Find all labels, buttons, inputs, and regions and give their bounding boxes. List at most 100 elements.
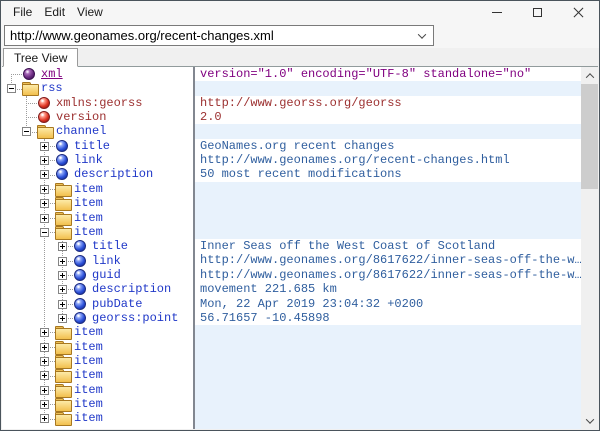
tree-expander[interactable] bbox=[40, 371, 49, 380]
vertical-scrollbar[interactable] bbox=[581, 67, 598, 429]
tree-expander[interactable] bbox=[40, 199, 49, 208]
tree-node-title[interactable]: title bbox=[92, 239, 128, 253]
folder-icon bbox=[55, 412, 70, 424]
tree-node-channel[interactable]: channel bbox=[56, 124, 106, 138]
tree-node-rss[interactable]: rss bbox=[41, 81, 63, 95]
tree-connector bbox=[11, 74, 22, 75]
chevron-down-icon bbox=[585, 415, 593, 423]
value-row bbox=[195, 124, 581, 138]
tree-expander[interactable] bbox=[40, 328, 49, 337]
url-dropdown-button[interactable] bbox=[411, 33, 433, 39]
tree-node-georss:point[interactable]: georss:point bbox=[92, 311, 178, 325]
value-row: 50 most recent modifications bbox=[195, 167, 581, 181]
tree-expander[interactable] bbox=[7, 84, 16, 93]
tree-expander[interactable] bbox=[58, 257, 67, 266]
tree-node-link[interactable]: link bbox=[74, 153, 103, 167]
minimize-icon bbox=[492, 12, 502, 13]
value-row bbox=[195, 196, 581, 210]
tree-expander[interactable] bbox=[40, 156, 49, 165]
tab-strip: Tree View bbox=[1, 48, 599, 66]
close-button[interactable] bbox=[558, 1, 599, 23]
element-icon bbox=[74, 269, 86, 281]
tree-node-item[interactable]: item bbox=[74, 354, 103, 368]
value-row bbox=[195, 397, 581, 411]
tree-node-item[interactable]: item bbox=[74, 196, 103, 210]
tree-expander[interactable] bbox=[40, 414, 49, 423]
element-icon bbox=[56, 168, 68, 180]
tree-expander[interactable] bbox=[40, 214, 49, 223]
folder-icon bbox=[55, 197, 70, 209]
maximize-button[interactable] bbox=[517, 1, 558, 23]
attribute-icon bbox=[38, 97, 50, 109]
tree-expander[interactable] bbox=[22, 127, 31, 136]
values-pane: version="1.0" encoding="UTF-8" standalon… bbox=[195, 67, 581, 429]
tree-node-description[interactable]: description bbox=[74, 167, 153, 181]
tree-expander[interactable] bbox=[40, 357, 49, 366]
menu-view[interactable]: View bbox=[71, 3, 109, 21]
tree-node-item[interactable]: item bbox=[74, 225, 103, 239]
app-window: File Edit View http://www.geonames.org/r… bbox=[0, 0, 600, 431]
tree-node-guid[interactable]: guid bbox=[92, 268, 121, 282]
tree-expander[interactable] bbox=[40, 400, 49, 409]
tree-node-title[interactable]: title bbox=[74, 139, 110, 153]
tree-node-xml[interactable]: xml bbox=[41, 67, 63, 81]
tree-expander[interactable] bbox=[40, 142, 49, 151]
tab-tree-view[interactable]: Tree View bbox=[3, 48, 78, 67]
url-combobox[interactable]: http://www.geonames.org/recent-changes.x… bbox=[4, 25, 434, 46]
tree-expander[interactable] bbox=[58, 271, 67, 280]
tree-node-xmlns:georss[interactable]: xmlns:georss bbox=[56, 96, 142, 110]
element-icon bbox=[56, 140, 68, 152]
tree-expander[interactable] bbox=[58, 242, 67, 251]
menu-file[interactable]: File bbox=[7, 3, 38, 21]
folder-icon bbox=[37, 125, 52, 137]
value-row bbox=[195, 325, 581, 339]
tree-node-item[interactable]: item bbox=[74, 182, 103, 196]
tree-expander[interactable] bbox=[58, 314, 67, 323]
element-icon bbox=[74, 298, 86, 310]
tree-expander[interactable] bbox=[58, 300, 67, 309]
tree-connector bbox=[26, 103, 37, 104]
tree-expander[interactable] bbox=[40, 170, 49, 179]
value-row bbox=[195, 81, 581, 95]
minimize-button[interactable] bbox=[476, 1, 517, 23]
folder-icon bbox=[55, 355, 70, 367]
tree-expander[interactable] bbox=[40, 343, 49, 352]
value-row: http://www.geonames.org/recent-changes.h… bbox=[195, 153, 581, 167]
value-row bbox=[195, 182, 581, 196]
folder-icon bbox=[55, 384, 70, 396]
tree-node-item[interactable]: item bbox=[74, 383, 103, 397]
tree-node-version[interactable]: version bbox=[56, 110, 106, 124]
value-row bbox=[195, 411, 581, 425]
tree-node-item[interactable]: item bbox=[74, 411, 103, 425]
tree-node-item[interactable]: item bbox=[74, 325, 103, 339]
tree-node-item[interactable]: item bbox=[74, 211, 103, 225]
tree-node-item[interactable]: item bbox=[74, 340, 103, 354]
content-area: xmlrssxmlns:georssversionchanneltitlelin… bbox=[2, 66, 598, 429]
url-bar: http://www.geonames.org/recent-changes.x… bbox=[1, 23, 599, 48]
folder-icon bbox=[55, 369, 70, 381]
value-row: 2.0 bbox=[195, 110, 581, 124]
menu-edit[interactable]: Edit bbox=[38, 3, 71, 21]
tree-expander[interactable] bbox=[58, 285, 67, 294]
tree-node-item[interactable]: item bbox=[74, 368, 103, 382]
folder-icon bbox=[55, 341, 70, 353]
tree-node-pubDate[interactable]: pubDate bbox=[92, 297, 142, 311]
scroll-up-button[interactable] bbox=[581, 67, 598, 84]
scrollbar-thumb[interactable] bbox=[581, 84, 598, 189]
element-icon bbox=[56, 154, 68, 166]
element-icon bbox=[74, 240, 86, 252]
tree-guide-line bbox=[26, 96, 27, 132]
value-row: GeoNames.org recent changes bbox=[195, 139, 581, 153]
scroll-down-button[interactable] bbox=[581, 412, 598, 429]
tree-expander[interactable] bbox=[40, 228, 49, 237]
value-row: version="1.0" encoding="UTF-8" standalon… bbox=[195, 67, 581, 81]
tree-node-description[interactable]: description bbox=[92, 282, 171, 296]
value-row bbox=[195, 210, 581, 224]
value-row: Inner Seas off the West Coast of Scotlan… bbox=[195, 239, 581, 253]
tree-expander[interactable] bbox=[40, 185, 49, 194]
value-row bbox=[195, 383, 581, 397]
value-row: http://www.georss.org/georss bbox=[195, 96, 581, 110]
tree-node-link[interactable]: link bbox=[92, 254, 121, 268]
tree-node-item[interactable]: item bbox=[74, 397, 103, 411]
tree-expander[interactable] bbox=[40, 386, 49, 395]
